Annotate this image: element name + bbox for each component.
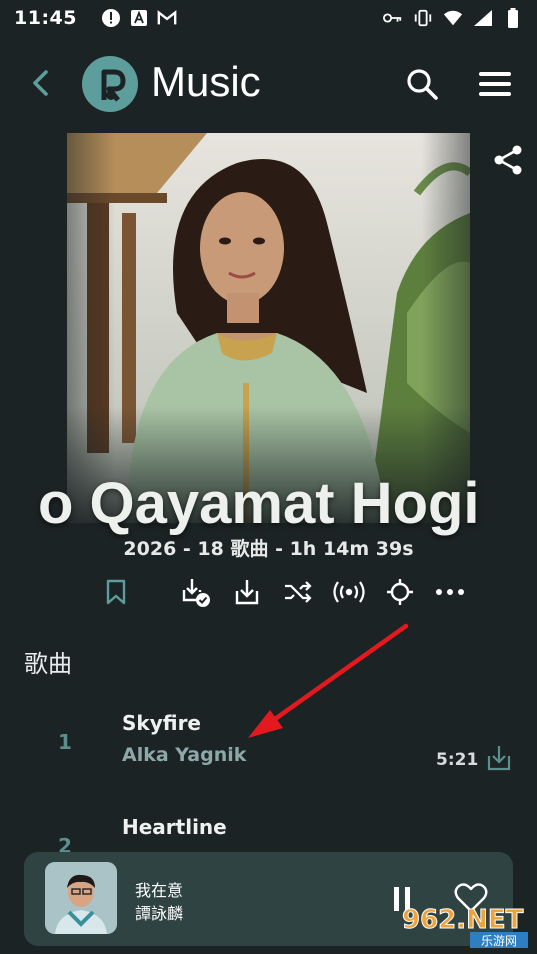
- vibrate-icon: [413, 8, 433, 28]
- songs-heading: 歌曲: [24, 650, 72, 678]
- locate-button[interactable]: [382, 572, 418, 612]
- wifi-icon: [443, 8, 463, 28]
- menu-button[interactable]: [478, 70, 512, 98]
- menu-icon: [479, 72, 511, 96]
- more-button[interactable]: [432, 572, 468, 612]
- battery-icon: [503, 8, 523, 28]
- more-icon: [436, 589, 464, 595]
- track-row[interactable]: 1 Skyfire Alka Yagnik 5:21: [0, 700, 537, 800]
- downloaded-icon: [182, 579, 210, 607]
- radio-icon: [333, 581, 365, 603]
- app-brand: Music: [151, 58, 261, 105]
- status-time: 11:45: [14, 7, 77, 29]
- track-title: Skyfire: [122, 711, 201, 735]
- download-button[interactable]: [229, 572, 265, 612]
- status-bar: 11:45: [0, 0, 537, 36]
- alert-icon: [101, 8, 121, 28]
- album-actions: [0, 572, 537, 612]
- back-icon: [33, 70, 48, 96]
- bookmark-icon: [106, 579, 126, 605]
- album-cover: [67, 133, 470, 523]
- now-playing-art: [45, 862, 117, 934]
- now-playing-artist: 譚詠麟: [135, 904, 184, 923]
- search-icon: [407, 69, 438, 100]
- gmail-icon: [157, 8, 177, 28]
- signal-icon: [473, 8, 493, 28]
- now-playing-title: 我在意: [135, 881, 184, 900]
- bookmark-button[interactable]: [98, 572, 134, 612]
- share-button[interactable]: [490, 142, 526, 178]
- downloaded-button[interactable]: [177, 572, 213, 612]
- radio-button[interactable]: [331, 572, 367, 612]
- album-meta: 2026 - 18 歌曲 - 1h 14m 39s: [123, 538, 414, 560]
- key-icon: [383, 8, 403, 28]
- app-logo: [82, 56, 138, 112]
- back-button[interactable]: [28, 66, 56, 100]
- track-title: Heartline: [122, 815, 227, 839]
- shuffle-button[interactable]: [280, 572, 316, 612]
- shuffle-icon: [285, 581, 312, 603]
- app-bar: Music: [0, 48, 537, 118]
- download-icon: [235, 580, 259, 605]
- track-duration: 5:21: [436, 750, 479, 770]
- track-artist: Alka Yagnik: [122, 744, 247, 766]
- track-number: 1: [58, 730, 72, 754]
- locate-icon: [387, 579, 413, 605]
- watermark-sub: 乐游网: [481, 934, 517, 948]
- track-download-button[interactable]: [486, 744, 512, 772]
- watermark-brand: 962.NET: [402, 905, 524, 935]
- download-icon: [487, 746, 511, 771]
- search-button[interactable]: [404, 66, 440, 102]
- album-title: o Qayamat Hogi: [38, 471, 480, 536]
- share-icon: [494, 145, 522, 175]
- font-app-icon: [129, 8, 149, 28]
- watermark-logo: 962.NET 乐游网: [398, 898, 532, 950]
